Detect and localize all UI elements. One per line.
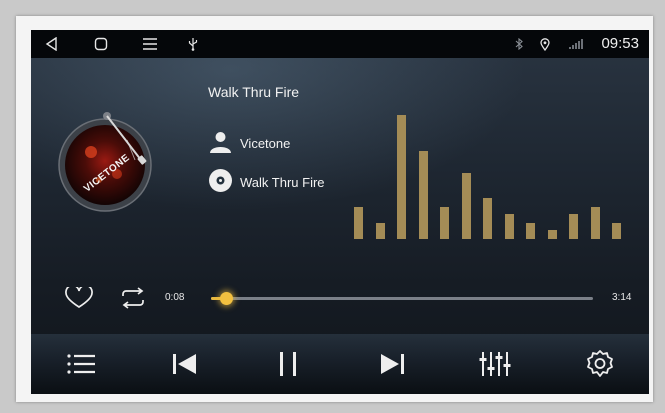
equalizer-bar — [397, 115, 406, 239]
artist-name: Vicetone — [240, 135, 291, 151]
equalizer-bar — [548, 230, 557, 239]
equalizer-bar — [526, 223, 535, 239]
favorite-icon[interactable] — [65, 284, 93, 314]
album-row: Walk Thru Fire — [208, 168, 325, 196]
artist-row: Vicetone — [208, 129, 290, 157]
clock: 09:53 — [601, 35, 639, 52]
artist-icon — [208, 129, 233, 157]
repeat-icon[interactable] — [117, 287, 149, 314]
home-icon[interactable] — [90, 30, 112, 58]
equalizer-bar — [569, 214, 578, 239]
equalizer-bar — [462, 173, 471, 239]
usb-icon — [184, 30, 202, 58]
seek-bar[interactable] — [211, 292, 593, 305]
playback-controls — [31, 334, 649, 394]
equalizer-bar — [419, 151, 428, 239]
playlist-icon[interactable] — [63, 344, 99, 384]
progress-row: 0:08 3:14 — [31, 284, 649, 314]
equalizer-bar — [591, 207, 600, 239]
album-art: VICETONE — [55, 110, 159, 214]
album-icon — [208, 168, 233, 196]
music-player-screen: 09:53 VICETONE Walk Thru Fire Vicetone W… — [31, 30, 649, 394]
signal-icon — [567, 30, 585, 58]
device-frame: 09:53 VICETONE Walk Thru Fire Vicetone W… — [0, 0, 665, 413]
equalizer-bar — [612, 223, 621, 239]
equalizer-bar — [483, 198, 492, 239]
seek-knob[interactable] — [220, 292, 233, 305]
album-name: Walk Thru Fire — [240, 174, 325, 190]
equalizer-icon[interactable] — [477, 344, 513, 384]
elapsed-time: 0:08 — [165, 292, 185, 303]
settings-icon[interactable] — [582, 344, 618, 384]
previous-icon[interactable] — [167, 344, 203, 384]
equalizer-bar — [376, 223, 385, 239]
next-icon[interactable] — [374, 344, 410, 384]
status-bar: 09:53 — [31, 30, 649, 58]
equalizer-bar — [505, 214, 514, 239]
total-time: 3:14 — [612, 292, 632, 303]
back-icon[interactable] — [41, 30, 63, 58]
track-title: Walk Thru Fire — [208, 84, 300, 100]
equalizer-bar — [354, 207, 363, 239]
bluetooth-icon — [511, 30, 527, 58]
equalizer-bar — [440, 207, 449, 239]
location-icon — [537, 30, 553, 58]
menu-icon[interactable] — [139, 30, 161, 58]
pause-icon[interactable] — [270, 344, 306, 384]
